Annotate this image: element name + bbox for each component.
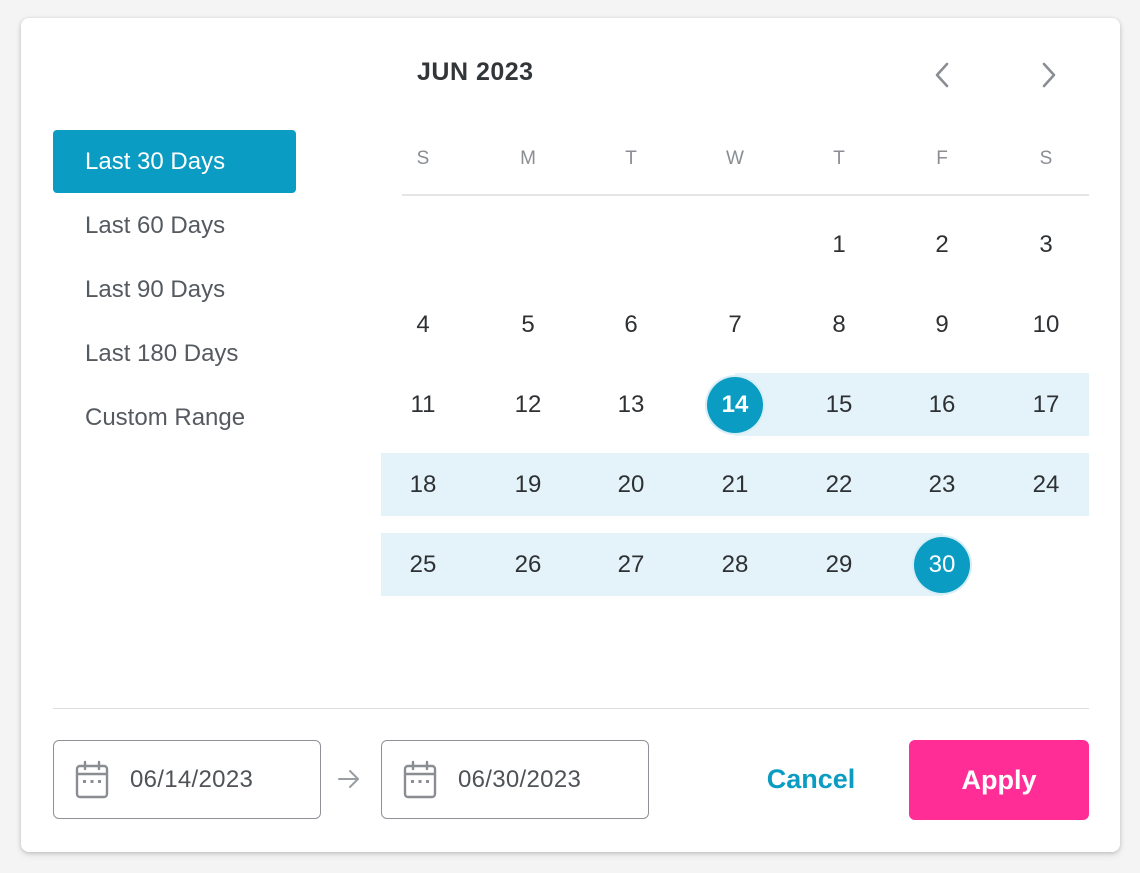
- day-cell[interactable]: 12: [476, 373, 580, 436]
- day-number: 7: [728, 310, 742, 338]
- day-cell[interactable]: 4: [371, 293, 475, 356]
- apply-button[interactable]: Apply: [909, 740, 1089, 820]
- start-date-input[interactable]: 06/14/2023: [53, 740, 321, 819]
- day-number: 30: [914, 536, 970, 593]
- day-number: 1: [832, 230, 846, 258]
- range-end-day[interactable]: 30: [890, 533, 994, 596]
- day-number: 18: [409, 470, 437, 498]
- day-cell[interactable]: 11: [371, 373, 475, 436]
- preset-last-30-days[interactable]: Last 30 Days: [53, 130, 296, 193]
- day-cell[interactable]: 28: [683, 533, 787, 596]
- day-cell[interactable]: 7: [683, 293, 787, 356]
- day-cell[interactable]: 24: [994, 453, 1098, 516]
- day-number: 26: [514, 550, 542, 578]
- preset-last-60-days[interactable]: Last 60 Days: [53, 194, 296, 257]
- day-number: 20: [617, 470, 645, 498]
- day-number: 28: [721, 550, 749, 578]
- day-number: 19: [514, 470, 542, 498]
- preset-label: Last 30 Days: [85, 147, 226, 175]
- day-cell[interactable]: 21: [683, 453, 787, 516]
- day-cell[interactable]: 25: [371, 533, 475, 596]
- preset-last-90-days[interactable]: Last 90 Days: [53, 258, 296, 321]
- preset-custom-range[interactable]: Custom Range: [53, 386, 296, 449]
- day-cell[interactable]: 1: [787, 213, 891, 276]
- chevron-left-icon: [935, 62, 949, 88]
- prev-month-button[interactable]: [922, 55, 962, 95]
- day-number: 9: [935, 310, 949, 338]
- day-cell[interactable]: 15: [787, 373, 891, 436]
- day-number: 12: [514, 390, 542, 418]
- preset-last-180-days[interactable]: Last 180 Days: [53, 322, 296, 385]
- day-number: 24: [1032, 470, 1060, 498]
- day-cell[interactable]: 20: [579, 453, 683, 516]
- day-cell[interactable]: 6: [579, 293, 683, 356]
- date-range-picker: Last 30 Days Last 60 Days Last 90 Days L…: [21, 18, 1120, 852]
- weekday-sat: S: [1039, 148, 1053, 169]
- calendar-icon: [403, 760, 437, 798]
- arrow-right-icon: [338, 770, 359, 788]
- start-date-value: 06/14/2023: [130, 765, 254, 793]
- day-number: 22: [825, 470, 853, 498]
- day-number: 15: [825, 390, 853, 418]
- day-number: 16: [928, 390, 956, 418]
- next-month-button[interactable]: [1029, 55, 1069, 95]
- day-number: 17: [1032, 390, 1060, 418]
- day-cell[interactable]: 5: [476, 293, 580, 356]
- weekday-mon: M: [520, 148, 536, 169]
- day-number: 11: [410, 390, 436, 418]
- day-cell[interactable]: 27: [579, 533, 683, 596]
- day-number: 13: [617, 390, 645, 418]
- end-date-input[interactable]: 06/30/2023: [381, 740, 649, 819]
- month-title: JUN 2023: [417, 58, 534, 86]
- day-cell[interactable]: 19: [476, 453, 580, 516]
- day-number: 27: [617, 550, 645, 578]
- day-cell[interactable]: 23: [890, 453, 994, 516]
- day-number: 23: [928, 470, 956, 498]
- day-cell[interactable]: 10: [994, 293, 1098, 356]
- chevron-right-icon: [1042, 62, 1056, 88]
- day-number: 21: [721, 470, 749, 498]
- day-number: 2: [935, 230, 949, 258]
- cancel-button[interactable]: Cancel: [751, 756, 871, 802]
- weekday-thu: T: [833, 148, 845, 169]
- day-cell[interactable]: 13: [579, 373, 683, 436]
- preset-label: Last 60 Days: [85, 211, 226, 239]
- day-cell[interactable]: 22: [787, 453, 891, 516]
- day-number: 4: [416, 310, 430, 338]
- day-number: 25: [409, 550, 437, 578]
- weekday-fri: F: [936, 148, 948, 169]
- weekday-divider: [402, 194, 1089, 196]
- day-cell[interactable]: 8: [787, 293, 891, 356]
- calendar-icon: [75, 760, 109, 798]
- day-cell[interactable]: 26: [476, 533, 580, 596]
- day-cell[interactable]: 9: [890, 293, 994, 356]
- day-number: 14: [707, 376, 763, 433]
- day-cell[interactable]: 16: [890, 373, 994, 436]
- day-number: 29: [825, 550, 853, 578]
- preset-label: Last 180 Days: [85, 339, 239, 367]
- end-date-value: 06/30/2023: [458, 765, 582, 793]
- day-number: 8: [832, 310, 846, 338]
- weekday-tue: T: [625, 148, 637, 169]
- day-number: 10: [1032, 310, 1060, 338]
- day-number: 3: [1039, 230, 1053, 258]
- footer-divider: [53, 708, 1089, 709]
- weekday-wed: W: [726, 148, 744, 169]
- day-cell[interactable]: 2: [890, 213, 994, 276]
- range-start-day[interactable]: 14: [683, 373, 787, 436]
- preset-label: Custom Range: [85, 403, 246, 431]
- day-cell[interactable]: 29: [787, 533, 891, 596]
- day-number: 6: [624, 310, 638, 338]
- weekday-sun: S: [416, 148, 430, 169]
- preset-label: Last 90 Days: [85, 275, 226, 303]
- day-cell[interactable]: 17: [994, 373, 1098, 436]
- day-number: 5: [521, 310, 535, 338]
- day-cell[interactable]: 18: [371, 453, 475, 516]
- day-cell[interactable]: 3: [994, 213, 1098, 276]
